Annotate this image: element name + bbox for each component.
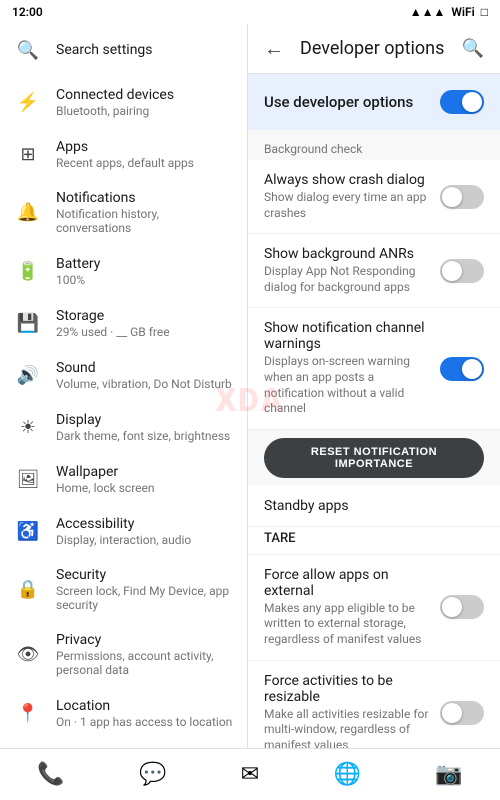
privacy-subtitle: Permissions, account activity, personal … xyxy=(56,649,235,677)
background-anrs-title: Show background ANRs xyxy=(264,246,432,262)
sidebar-item-display[interactable]: ☀ Display Dark theme, font size, brightn… xyxy=(0,401,247,453)
connected-devices-label: Connected devices xyxy=(56,87,235,103)
crash-dialog-subtitle: Show dialog every time an app crashes xyxy=(264,190,432,221)
sidebar-item-search[interactable]: 🔍 Search settings xyxy=(0,24,247,76)
bottom-navigation: 📞 💬 ✉ 🌐 📷 xyxy=(0,748,500,800)
battery-icon: 🔋 xyxy=(12,255,44,287)
sidebar-item-sound[interactable]: 🔊 Sound Volume, vibration, Do Not Distur… xyxy=(0,349,247,401)
developer-options-content: Use developer options Background check A… xyxy=(248,74,500,748)
security-subtitle: Screen lock, Find My Device, app securit… xyxy=(56,584,235,612)
wifi-icon: WiFi xyxy=(451,5,474,19)
toggle-thumb xyxy=(462,92,482,112)
force-external-toggle[interactable] xyxy=(440,595,484,619)
sidebar-item-location[interactable]: 📍 Location On · 1 app has access to loca… xyxy=(0,687,247,739)
notification-channel-item[interactable]: Show notification channel warnings Displ… xyxy=(248,308,500,429)
sidebar-item-connected-devices[interactable]: ⚡ Connected devices Bluetooth, pairing xyxy=(0,76,247,128)
sound-subtitle: Volume, vibration, Do Not Disturb xyxy=(56,377,235,391)
storage-subtitle: 29% used · __ GB free xyxy=(56,325,235,339)
sidebar-item-wallpaper[interactable]: 🖼 Wallpaper Home, lock screen xyxy=(0,453,247,505)
sidebar-item-storage[interactable]: 💾 Storage 29% used · __ GB free xyxy=(0,297,247,349)
security-label: Security xyxy=(56,567,235,583)
sidebar-item-search-label: Search settings xyxy=(56,42,235,58)
apps-icon: ⊞ xyxy=(12,138,44,170)
messages-nav-icon[interactable]: 💬 xyxy=(139,762,166,787)
battery-subtitle: 100% xyxy=(56,273,235,287)
developer-options-title: Developer options xyxy=(300,38,462,59)
signal-icon: ▲▲▲ xyxy=(410,5,446,19)
location-label: Location xyxy=(56,698,235,714)
notification-channel-subtitle: Displays on-screen warning when an app p… xyxy=(264,354,432,416)
notification-channel-title: Show notification channel warnings xyxy=(264,320,432,352)
notification-channel-toggle[interactable] xyxy=(440,357,484,381)
sidebar-item-apps[interactable]: ⊞ Apps Recent apps, default apps xyxy=(0,128,247,180)
reset-notification-importance-button[interactable]: RESET NOTIFICATION IMPORTANCE xyxy=(264,438,484,478)
wallpaper-icon: 🖼 xyxy=(12,463,44,495)
sidebar-item-battery[interactable]: 🔋 Battery 100% xyxy=(0,245,247,297)
notifications-subtitle: Notification history, conversations xyxy=(56,207,235,235)
sidebar-item-accessibility[interactable]: ♿ Accessibility Display, interaction, au… xyxy=(0,505,247,557)
accessibility-icon: ♿ xyxy=(12,515,44,547)
display-subtitle: Dark theme, font size, brightness xyxy=(56,429,235,443)
apps-subtitle: Recent apps, default apps xyxy=(56,156,235,170)
resizable-activities-subtitle: Make all activities resizable for multi-… xyxy=(264,707,432,748)
developer-options-panel: ← Developer options 🔍 Use developer opti… xyxy=(248,24,500,748)
crash-dialog-title: Always show crash dialog xyxy=(264,172,432,188)
gmail-nav-icon[interactable]: ✉ xyxy=(241,762,259,787)
sidebar-item-notifications[interactable]: 🔔 Notifications Notification history, co… xyxy=(0,180,247,245)
battery-label: Battery xyxy=(56,256,235,272)
back-button[interactable]: ← xyxy=(264,36,284,61)
storage-icon: 💾 xyxy=(12,307,44,339)
force-external-subtitle: Makes any app eligible to be written to … xyxy=(264,601,432,648)
search-button[interactable]: 🔍 xyxy=(462,38,484,59)
background-check-header: Background check xyxy=(248,134,500,160)
sidebar-item-privacy[interactable]: 👁 Privacy Permissions, account activity,… xyxy=(0,622,247,687)
background-anrs-toggle[interactable] xyxy=(440,259,484,283)
tare-item[interactable]: TARE xyxy=(248,527,500,555)
photos-nav-icon[interactable]: 📷 xyxy=(435,762,462,787)
status-bar: 12:00 ▲▲▲ WiFi □ xyxy=(0,0,500,24)
wallpaper-label: Wallpaper xyxy=(56,464,235,480)
chrome-nav-icon[interactable]: 🌐 xyxy=(334,762,361,787)
standby-apps-item[interactable]: Standby apps xyxy=(248,486,500,527)
background-anrs-item[interactable]: Show background ANRs Display App Not Res… xyxy=(248,234,500,308)
resizable-activities-toggle[interactable] xyxy=(440,701,484,725)
crash-dialog-item[interactable]: Always show crash dialog Show dialog eve… xyxy=(248,160,500,234)
use-developer-options-row[interactable]: Use developer options xyxy=(248,74,500,130)
notifications-icon: 🔔 xyxy=(12,197,44,229)
apps-label: Apps xyxy=(56,139,235,155)
accessibility-label: Accessibility xyxy=(56,516,235,532)
security-icon: 🔒 xyxy=(12,574,44,606)
phone-nav-icon[interactable]: 📞 xyxy=(37,762,64,787)
sidebar-item-security[interactable]: 🔒 Security Screen lock, Find My Device, … xyxy=(0,557,247,622)
sidebar-item-safety[interactable]: ✚ Safety & emergency Emergency SOS, medi… xyxy=(0,739,247,748)
settings-menu: 🔍 Search settings ⚡ Connected devices Bl… xyxy=(0,24,248,748)
location-subtitle: On · 1 app has access to location xyxy=(56,715,235,729)
standby-apps-title: Standby apps xyxy=(264,498,476,514)
background-anrs-subtitle: Display App Not Responding dialog for ba… xyxy=(264,264,432,295)
location-icon: 📍 xyxy=(12,697,44,729)
accessibility-subtitle: Display, interaction, audio xyxy=(56,533,235,547)
storage-label: Storage xyxy=(56,308,235,324)
connected-devices-icon: ⚡ xyxy=(12,86,44,118)
privacy-label: Privacy xyxy=(56,632,235,648)
time: 12:00 xyxy=(12,5,43,19)
sound-icon: 🔊 xyxy=(12,359,44,391)
crash-dialog-toggle[interactable] xyxy=(440,185,484,209)
display-label: Display xyxy=(56,412,235,428)
search-icon: 🔍 xyxy=(12,34,44,66)
force-external-item[interactable]: Force allow apps on external Makes any a… xyxy=(248,555,500,661)
sound-label: Sound xyxy=(56,360,235,376)
use-developer-options-label: Use developer options xyxy=(264,93,440,111)
resizable-activities-item[interactable]: Force activities to be resizable Make al… xyxy=(248,661,500,748)
privacy-icon: 👁 xyxy=(12,639,44,671)
battery-icon: □ xyxy=(481,5,488,19)
wallpaper-subtitle: Home, lock screen xyxy=(56,481,235,495)
developer-options-header: ← Developer options 🔍 xyxy=(248,24,500,74)
notifications-label: Notifications xyxy=(56,190,235,206)
display-icon: ☀ xyxy=(12,411,44,443)
resizable-activities-title: Force activities to be resizable xyxy=(264,673,432,705)
force-external-title: Force allow apps on external xyxy=(264,567,432,599)
use-developer-options-toggle[interactable] xyxy=(440,90,484,114)
connected-devices-subtitle: Bluetooth, pairing xyxy=(56,104,235,118)
